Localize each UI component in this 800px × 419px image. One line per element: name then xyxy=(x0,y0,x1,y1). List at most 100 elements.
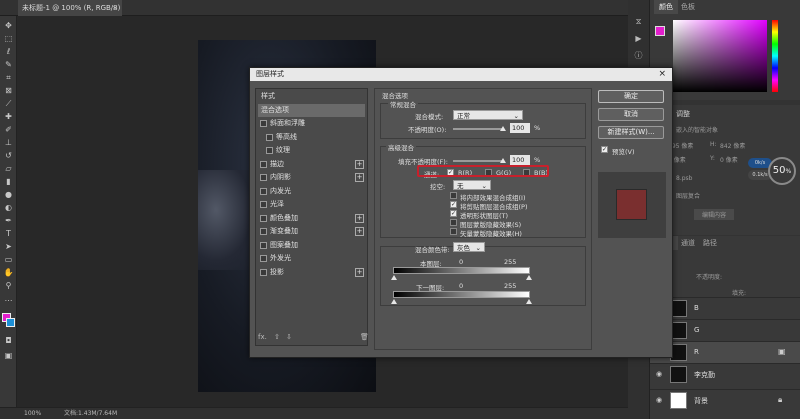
layer-mask-hides-checkbox[interactable] xyxy=(450,219,457,226)
style-checkbox[interactable] xyxy=(260,214,267,222)
style-checkbox[interactable] xyxy=(260,174,267,181)
eye-icon[interactable]: ◉ xyxy=(656,396,662,404)
color-field[interactable] xyxy=(673,20,767,92)
this-layer-white-knob[interactable] xyxy=(526,275,532,280)
opacity-input[interactable]: 100 xyxy=(510,123,530,133)
vector-mask-hides-checkbox[interactable] xyxy=(450,228,457,235)
style-checkbox[interactable] xyxy=(260,255,267,262)
style-item[interactable]: 渐变叠加 + xyxy=(258,225,365,238)
history-brush-tool-icon[interactable]: ↺ xyxy=(3,150,14,161)
performance-bubble[interactable]: 50% xyxy=(768,157,796,185)
blend-clipped-layers-checkbox[interactable]: ✓ xyxy=(450,201,457,208)
close-icon[interactable]: × xyxy=(658,68,666,81)
style-item[interactable]: 样式 xyxy=(258,90,365,103)
actions-panel-icon[interactable]: ▶ xyxy=(633,33,644,44)
background-color-swatch[interactable] xyxy=(6,318,15,327)
more-tools-icon[interactable]: ⋯ xyxy=(3,295,14,306)
type-tool-icon[interactable]: T xyxy=(3,228,14,239)
frame-tool-icon[interactable]: ⊠ xyxy=(3,85,14,96)
style-item[interactable]: 图案叠加 xyxy=(258,239,365,252)
zoom-tool-icon[interactable]: ⚲ xyxy=(3,280,14,291)
blend-mode-select[interactable]: 正常 ⌄ xyxy=(453,110,523,120)
preview-checkbox[interactable]: ✓ xyxy=(601,146,608,153)
tab-swatches[interactable]: 色板 xyxy=(676,0,700,14)
opacity-slider-knob[interactable] xyxy=(500,126,506,131)
style-item[interactable]: 混合选项 xyxy=(258,103,365,117)
underlying-layer-white-knob[interactable] xyxy=(526,299,532,304)
this-layer-black-knob[interactable] xyxy=(391,275,397,280)
this-layer-gradient-bar[interactable] xyxy=(393,267,530,274)
move-tool-icon[interactable]: ✥ xyxy=(3,20,14,31)
style-checkbox[interactable] xyxy=(260,201,267,208)
trash-icon[interactable]: 🗑︎ xyxy=(360,333,369,341)
history-panel-icon[interactable]: ⧖ xyxy=(633,16,644,27)
fx-button[interactable]: fx. xyxy=(258,333,267,341)
y-value[interactable]: 0 像素 xyxy=(720,155,738,164)
close-tab-icon[interactable]: × xyxy=(112,0,118,16)
edit-contents-button[interactable]: 编辑内容 xyxy=(694,209,735,220)
eraser-tool-icon[interactable]: ▱ xyxy=(3,163,14,174)
eye-icon[interactable]: ◉ xyxy=(656,370,662,378)
style-item[interactable]: 颜色叠加 + xyxy=(258,212,365,225)
shape-tool-icon[interactable]: ▭ xyxy=(3,254,14,265)
add-effect-icon[interactable]: + xyxy=(355,227,364,236)
move-down-icon[interactable]: ⇩ xyxy=(286,333,292,341)
underlying-layer-black-knob[interactable] xyxy=(391,299,397,304)
layer-row-background[interactable]: ◉ 背景 🔒︎ xyxy=(650,389,800,411)
style-checkbox[interactable] xyxy=(260,187,267,195)
hue-slider[interactable] xyxy=(772,20,778,92)
style-item[interactable]: 投影 + xyxy=(258,266,365,279)
add-effect-icon[interactable]: + xyxy=(355,213,364,223)
blend-interior-effects-checkbox[interactable] xyxy=(450,192,457,199)
dialog-title-bar[interactable]: 图层样式 × xyxy=(250,68,672,81)
hand-tool-icon[interactable]: ✋ xyxy=(3,267,14,278)
document-tab[interactable]: 未标题-1 @ 100% (R, RGB/8) * × xyxy=(18,0,122,28)
transparency-shapes-checkbox[interactable]: ✓ xyxy=(450,210,457,217)
style-item[interactable]: 光泽 xyxy=(258,198,365,211)
knockout-select[interactable]: 无 ⌄ xyxy=(453,180,491,190)
style-item[interactable]: 描边 + xyxy=(258,158,365,171)
style-item[interactable]: 内阴影 + xyxy=(258,171,365,184)
stamp-tool-icon[interactable]: ⊥ xyxy=(3,137,14,148)
zoom-level[interactable]: 100% xyxy=(24,408,41,419)
style-item[interactable]: 外发光 xyxy=(258,252,365,265)
style-item[interactable]: 等高线 xyxy=(258,131,365,144)
fill-opacity-input[interactable]: 100 xyxy=(510,155,530,165)
ok-button[interactable]: 确定 xyxy=(598,90,664,103)
add-effect-icon[interactable]: + xyxy=(355,173,364,182)
brush-tool-icon[interactable]: ✐ xyxy=(3,124,14,135)
style-item[interactable]: 纹理 xyxy=(258,144,365,157)
style-checkbox[interactable] xyxy=(266,147,273,154)
layer-row-photo[interactable]: ◉ 李克勤 xyxy=(650,363,800,385)
add-effect-icon[interactable]: + xyxy=(355,159,364,169)
style-checkbox[interactable] xyxy=(260,268,267,276)
tab-color[interactable]: 颜色 xyxy=(654,0,678,14)
style-checkbox[interactable] xyxy=(260,160,267,168)
blend-if-select[interactable]: 灰色 ⌄ xyxy=(453,242,485,252)
move-up-icon[interactable]: ⇧ xyxy=(274,333,280,341)
style-item[interactable]: 内发光 xyxy=(258,185,365,198)
dodge-tool-icon[interactable]: ◐ xyxy=(3,202,14,213)
color-panel-foreground-swatch[interactable] xyxy=(655,26,665,36)
add-effect-icon[interactable]: + xyxy=(355,267,364,277)
quick-select-tool-icon[interactable]: ✎ xyxy=(3,59,14,70)
new-style-button[interactable]: 新建样式(W)... xyxy=(598,126,664,139)
info-panel-icon[interactable]: ⓘ xyxy=(633,50,644,61)
style-checkbox[interactable] xyxy=(260,228,267,235)
fill-opacity-slider-knob[interactable] xyxy=(500,158,506,163)
style-checkbox[interactable] xyxy=(260,120,267,127)
style-checkbox[interactable] xyxy=(266,133,273,141)
gradient-tool-icon[interactable]: ▮ xyxy=(3,176,14,187)
style-item[interactable]: 斜面和浮雕 xyxy=(258,117,365,130)
tab-paths[interactable]: 路径 xyxy=(698,236,722,250)
cancel-button[interactable]: 取消 xyxy=(598,108,664,121)
fill-opacity-slider[interactable] xyxy=(453,160,503,162)
height-value[interactable]: 842 像素 xyxy=(720,141,745,150)
pen-tool-icon[interactable]: ✒ xyxy=(3,215,14,226)
healing-tool-icon[interactable]: ✚ xyxy=(3,111,14,122)
screen-mode-icon[interactable]: ▣ xyxy=(3,350,14,361)
underlying-layer-gradient-bar[interactable] xyxy=(393,291,530,298)
crop-tool-icon[interactable]: ⌗ xyxy=(3,72,14,83)
blur-tool-icon[interactable]: ● xyxy=(3,189,14,200)
opacity-slider[interactable] xyxy=(453,128,503,130)
